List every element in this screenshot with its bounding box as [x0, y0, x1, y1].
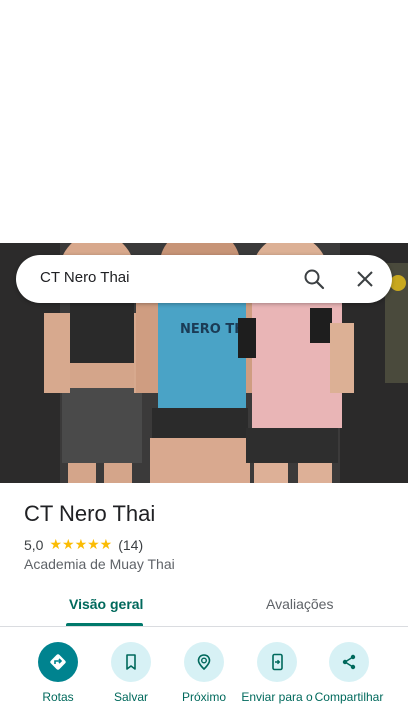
share-button[interactable]: Compartilhar	[313, 642, 385, 704]
save-button[interactable]: Salvar	[95, 642, 167, 704]
place-title: CT Nero Thai	[24, 501, 156, 526]
nearby-label: Próximo	[181, 690, 226, 704]
nearby-icon	[184, 642, 224, 682]
bookmark-icon	[111, 642, 151, 682]
directions-label: Rotas	[42, 690, 74, 704]
share-label: Compartilhar	[314, 690, 384, 704]
close-icon[interactable]	[353, 267, 377, 291]
save-label: Salvar	[113, 690, 148, 704]
tab-overview[interactable]: Visão geral	[69, 596, 143, 612]
tab-divider	[0, 626, 408, 627]
nearby-button[interactable]: Próximo	[168, 642, 240, 704]
map-blank-area	[0, 0, 408, 243]
directions-button[interactable]: Rotas	[22, 642, 94, 704]
send-to-phone-label: Enviar para o	[241, 690, 313, 704]
place-category[interactable]: Academia de Muay Thai	[24, 556, 175, 572]
send-to-phone-icon	[257, 642, 297, 682]
star-rating-icon: ★★★★★	[49, 536, 113, 552]
search-icon[interactable]	[302, 267, 326, 291]
send-to-phone-button[interactable]: Enviar para o	[241, 642, 313, 704]
review-count: (14)	[118, 536, 144, 553]
rating-value: 5,0	[24, 536, 44, 553]
search-bar[interactable]: CT Nero Thai	[16, 255, 392, 303]
tab-reviews[interactable]: Avaliações	[266, 596, 333, 612]
directions-icon	[38, 642, 78, 682]
search-input[interactable]: CT Nero Thai	[40, 269, 129, 286]
share-icon	[329, 642, 369, 682]
rating-row[interactable]: 5,0 ★★★★★ (14)	[24, 536, 143, 553]
